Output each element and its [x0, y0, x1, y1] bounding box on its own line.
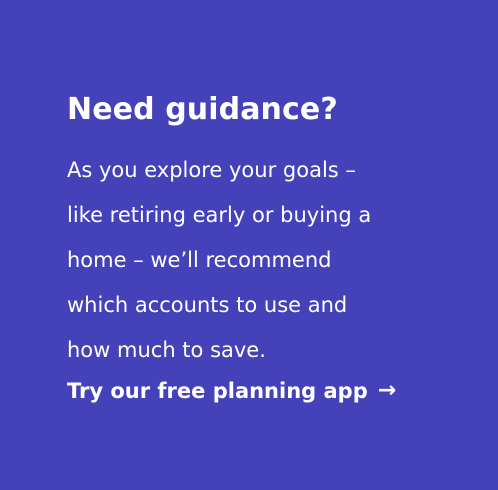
planning-app-link[interactable]: Try our free planning app → — [67, 373, 396, 409]
promo-description-line: how much to save. — [67, 338, 266, 362]
planning-app-link-label: Try our free planning app — [67, 379, 368, 403]
promo-description-line: like retiring early or buying a — [67, 203, 372, 227]
promo-description-line: home – we’ll recommend — [67, 248, 332, 272]
promo-description: As you explore your goals – like retirin… — [67, 148, 447, 373]
promo-description-line: As you explore your goals – — [67, 158, 356, 182]
promo-description-line: which accounts to use and — [67, 293, 348, 317]
promo-content: Need guidance? As you explore your goals… — [67, 88, 447, 409]
right-arrow-icon: → — [377, 378, 397, 403]
promo-heading: Need guidance? — [67, 92, 338, 127]
guidance-promo-card: Need guidance? As you explore your goals… — [0, 0, 498, 490]
